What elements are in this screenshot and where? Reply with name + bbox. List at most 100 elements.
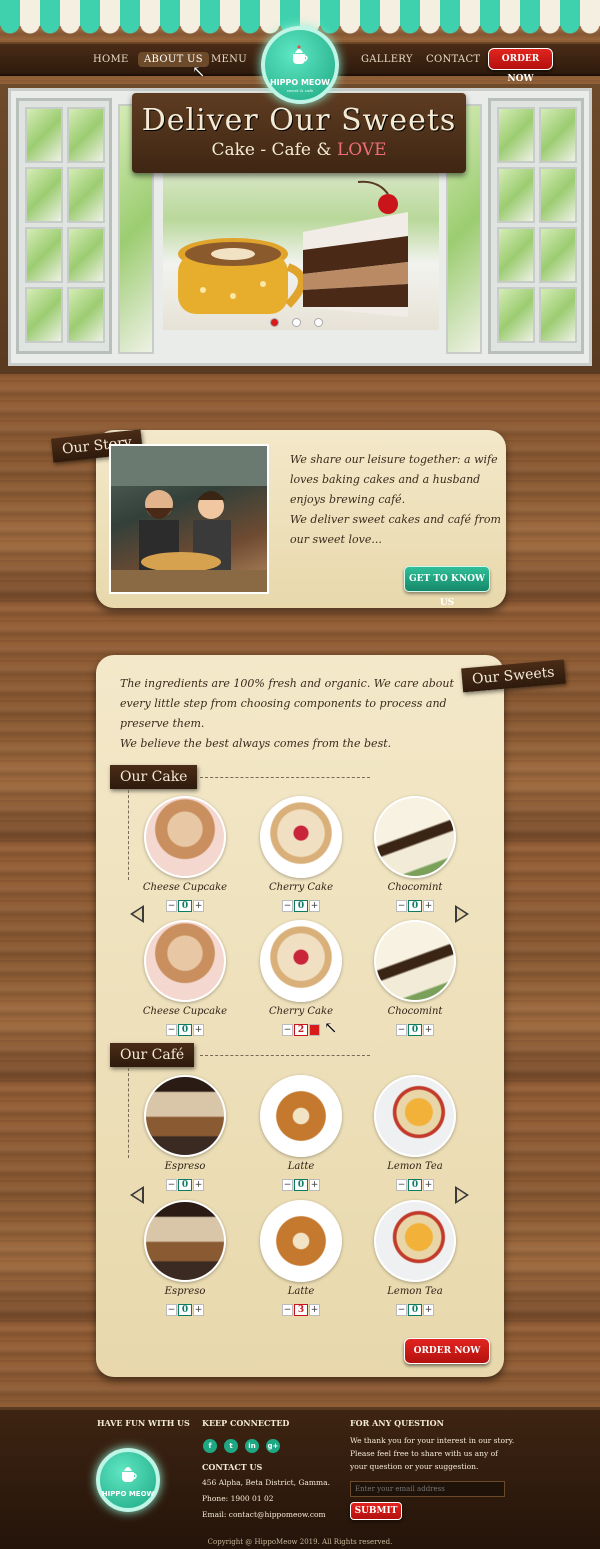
footer-fun-heading: HAVE FUN WITH US xyxy=(97,1418,190,1428)
submit-button[interactable]: SUBMIT xyxy=(350,1502,402,1520)
minus-button[interactable]: − xyxy=(396,1024,407,1036)
mouse-cursor-icon: ↖ xyxy=(324,1018,338,1037)
product-name: Chocomint xyxy=(387,1006,443,1017)
plus-button[interactable]: + xyxy=(423,1024,434,1036)
quantity-value[interactable]: 0 xyxy=(178,900,192,912)
product-name: Cherry Cake xyxy=(269,1006,333,1017)
cherry-cake-image xyxy=(260,920,342,1002)
footer-phone: Phone: 1900 01 02 xyxy=(202,1494,274,1503)
google-plus-icon[interactable]: g+ xyxy=(266,1439,280,1453)
facebook-icon[interactable]: f xyxy=(203,1439,217,1453)
get-to-know-us-button[interactable]: GET TO KNOW US xyxy=(404,566,490,608)
plus-button[interactable]: + xyxy=(309,1024,320,1036)
product-lemon-tea[interactable]: Lemon Tea −0 + xyxy=(370,1200,460,1316)
nav-home[interactable]: HOME xyxy=(93,54,129,65)
plus-button[interactable]: + xyxy=(423,900,434,912)
quantity-value[interactable]: 2 xyxy=(294,1024,308,1036)
minus-button[interactable]: − xyxy=(282,900,293,912)
footer-email[interactable]: Email: contact@hippomeow.com xyxy=(202,1508,326,1521)
copyright: Copyright @ HippoMeow 2019. All Rights r… xyxy=(207,1538,393,1546)
quantity-value[interactable]: 0 xyxy=(294,1179,308,1191)
minus-button[interactable]: − xyxy=(282,1304,293,1316)
product-chocomint[interactable]: Chocomint −0 + xyxy=(370,796,460,912)
story-text: We share our leisure together: a wife lo… xyxy=(290,450,501,550)
plus-button[interactable]: + xyxy=(423,1179,434,1191)
product-name: Cheese Cupcake xyxy=(142,1006,228,1017)
product-cherry-cake[interactable]: Cherry Cake −0 + xyxy=(256,796,346,912)
quantity-value[interactable]: 3 xyxy=(294,1304,308,1316)
order-now-button[interactable]: ORDER NOW xyxy=(404,1338,490,1364)
minus-button[interactable]: − xyxy=(396,900,407,912)
footer-question-line: Please feel free to share with us any of xyxy=(350,1449,498,1458)
slide-dot-2[interactable] xyxy=(292,318,301,327)
product-espreso[interactable]: Espreso −0 + xyxy=(140,1075,230,1191)
minus-button[interactable]: − xyxy=(166,1179,177,1191)
hero-subtitle: Cake - Cafe & LOVE xyxy=(132,140,466,160)
minus-button[interactable]: − xyxy=(396,1304,407,1316)
nav-order-now-button[interactable]: ORDER NOW xyxy=(488,48,553,84)
sweets-intro-line: The ingredients are 100% fresh and organ… xyxy=(120,677,454,690)
slide-dot-1[interactable] xyxy=(270,318,279,327)
slide-dot-3[interactable] xyxy=(314,318,323,327)
product-cheese-cupcake[interactable]: Cheese Cupcake −0 + xyxy=(140,920,230,1036)
quantity-value[interactable]: 0 xyxy=(294,900,308,912)
footer-contact-heading: CONTACT US xyxy=(202,1462,263,1472)
plus-button[interactable]: + xyxy=(193,1024,204,1036)
quantity-value[interactable]: 0 xyxy=(408,1024,422,1036)
quantity-value[interactable]: 0 xyxy=(178,1024,192,1036)
our-cafe-tag: Our Café xyxy=(110,1043,195,1067)
product-name: Lemon Tea xyxy=(387,1161,443,1172)
cupcake-cup-icon xyxy=(122,1467,137,1482)
linkedin-icon[interactable]: in xyxy=(245,1439,259,1453)
latte-image xyxy=(260,1075,342,1157)
footer-logo[interactable]: HIPPO MEOW xyxy=(96,1448,160,1512)
product-latte[interactable]: Latte −0 + xyxy=(256,1075,346,1191)
coffee-cake-illustration xyxy=(178,180,408,317)
couple-illustration xyxy=(111,446,267,592)
product-name: Latte xyxy=(287,1161,315,1172)
minus-button[interactable]: − xyxy=(166,900,177,912)
product-name: Latte xyxy=(287,1286,315,1297)
product-lemon-tea[interactable]: Lemon Tea −0 + xyxy=(370,1075,460,1191)
story-text-line: enjoys brewing café. xyxy=(290,493,406,506)
minus-button[interactable]: − xyxy=(396,1179,407,1191)
product-chocomint[interactable]: Chocomint −0 + xyxy=(370,920,460,1036)
quantity-value[interactable]: 0 xyxy=(408,1304,422,1316)
minus-button[interactable]: − xyxy=(166,1024,177,1036)
plus-button[interactable]: + xyxy=(309,1179,320,1191)
product-name: Cheese Cupcake xyxy=(142,882,228,893)
nav-menu[interactable]: MENU xyxy=(211,54,247,65)
latte-image xyxy=(260,1200,342,1282)
nav-gallery[interactable]: GALLERY xyxy=(361,54,413,65)
story-text-line: We deliver sweet cakes and café from xyxy=(290,513,501,526)
sweets-intro-line: preserve them. xyxy=(120,717,205,730)
quantity-value[interactable]: 0 xyxy=(178,1179,192,1191)
plus-button[interactable]: + xyxy=(309,900,320,912)
footer-question-line: We thank you for your interest in our st… xyxy=(350,1436,515,1445)
sweets-intro-line: We believe the best always comes from th… xyxy=(120,737,392,750)
minus-button[interactable]: − xyxy=(282,1179,293,1191)
plus-button[interactable]: + xyxy=(193,900,204,912)
plus-button[interactable]: + xyxy=(423,1304,434,1316)
plus-button[interactable]: + xyxy=(309,1304,320,1316)
email-input[interactable] xyxy=(350,1481,505,1497)
product-name: Lemon Tea xyxy=(387,1286,443,1297)
sweets-intro: The ingredients are 100% fresh and organ… xyxy=(120,674,460,754)
quantity-value[interactable]: 0 xyxy=(178,1304,192,1316)
right-window-shutter xyxy=(488,98,584,354)
quantity-stepper: −3 + xyxy=(282,1304,320,1316)
quantity-stepper: −0 + xyxy=(166,1179,204,1191)
product-cheese-cupcake[interactable]: Cheese Cupcake −0 + xyxy=(140,796,230,912)
minus-button[interactable]: − xyxy=(282,1024,293,1036)
quantity-value[interactable]: 0 xyxy=(408,900,422,912)
twitter-icon[interactable]: t xyxy=(224,1439,238,1453)
minus-button[interactable]: − xyxy=(166,1304,177,1316)
plus-button[interactable]: + xyxy=(193,1179,204,1191)
plus-button[interactable]: + xyxy=(193,1304,204,1316)
product-latte[interactable]: Latte −3 + xyxy=(256,1200,346,1316)
nav-contact[interactable]: CONTACT xyxy=(426,54,480,65)
logo[interactable]: HIPPO MEOW sweet & cafe xyxy=(261,26,339,104)
quantity-value[interactable]: 0 xyxy=(408,1179,422,1191)
cheese-cupcake-image xyxy=(144,796,226,878)
product-espreso[interactable]: Espreso −0 + xyxy=(140,1200,230,1316)
